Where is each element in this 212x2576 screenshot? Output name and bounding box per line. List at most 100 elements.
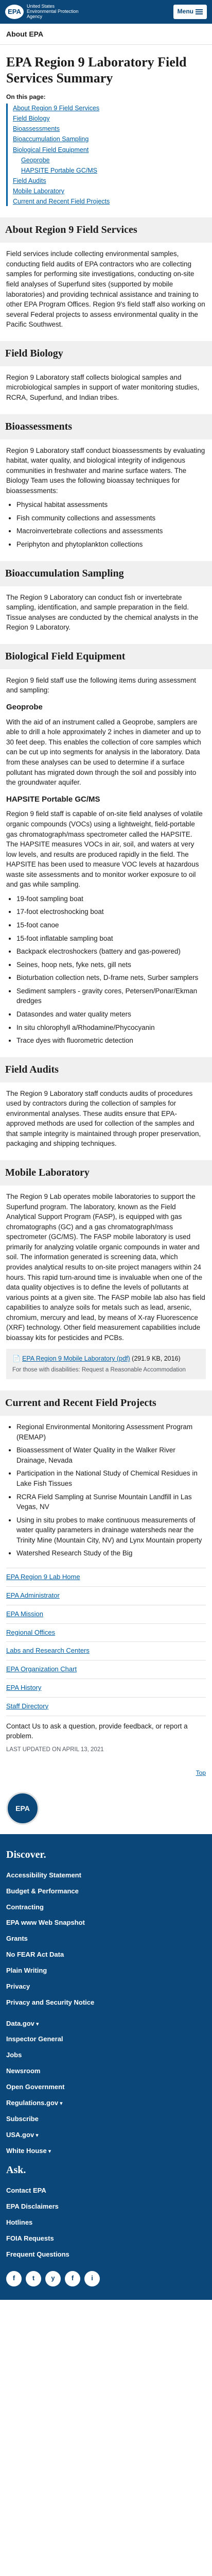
footer-link[interactable]: Inspector General [6,2031,206,2047]
footer-link[interactable]: Accessibility Statement [6,1868,206,1884]
footer-link[interactable]: Contact EPA [6,2183,206,2199]
footer-link[interactable]: Grants [6,1931,206,1947]
social-icon[interactable]: f [6,2270,22,2286]
related-link[interactable]: EPA Mission [6,1605,206,1624]
toc-item[interactable]: HAPSITE Portable GC/MS [13,166,206,175]
list-item-label: Datasondes and water quality meters [16,1010,131,1018]
footer-link[interactable]: Hotlines [6,2215,206,2231]
related-link-label[interactable]: EPA Mission [6,1610,43,1618]
footer-link[interactable]: Subscribe [6,2111,206,2127]
related-link[interactable]: Staff Directory [6,1698,206,1716]
related-link-label[interactable]: EPA Administrator [6,1591,60,1599]
toc-item-label[interactable]: Current and Recent Field Projects [13,198,110,205]
toc-item-label[interactable]: Bioassessments [13,125,60,132]
footer-link[interactable]: Privacy [6,1979,206,1995]
back-to-top[interactable]: Top [0,1764,212,1783]
social-icon[interactable]: t [26,2270,41,2286]
footer-link-label[interactable]: Frequent Questions [6,2250,69,2258]
footer-link[interactable]: Regulations.gov [6,2095,206,2111]
footer-link-label[interactable]: Plain Writing [6,1967,47,1974]
related-link-label[interactable]: Regional Offices [6,1629,55,1636]
toc-item[interactable]: Current and Recent Field Projects [13,197,206,206]
footer-link-label[interactable]: Grants [6,1935,28,1942]
footer-link[interactable]: Budget & Performance [6,1884,206,1900]
toc-item-label[interactable]: HAPSITE Portable GC/MS [21,167,97,174]
equipment-paragraph: Region 9 field staff use the following i… [6,676,196,694]
toc-item[interactable]: Field Audits [13,176,206,185]
epa-logo[interactable]: EPA United States Environmental Protecti… [5,4,79,20]
related-link-label[interactable]: EPA Region 9 Lab Home [6,1573,80,1581]
toc-item[interactable]: Bioassessments [13,124,206,133]
toc-item[interactable]: About Region 9 Field Services [13,104,206,113]
toc-item[interactable]: Mobile Laboratory [13,187,206,196]
footer-link[interactable]: Plain Writing [6,1963,206,1979]
footer-link-label[interactable]: Hotlines [6,2218,32,2226]
toc-item[interactable]: Geoprobe [13,156,206,165]
toc-item-label[interactable]: Geoprobe [21,157,50,164]
footer-link-label[interactable]: FOIA Requests [6,2234,54,2242]
footer-link[interactable]: EPA Disclaimers [6,2199,206,2215]
related-link[interactable]: Regional Offices [6,1624,206,1642]
footer-link-label[interactable]: Jobs [6,2051,22,2059]
toc-item[interactable]: Biological Field Equipment [13,145,206,155]
toc-item-label[interactable]: Biological Field Equipment [13,146,89,154]
related-link-label[interactable]: EPA History [6,1684,41,1691]
toc-title: On this page: [6,93,46,100]
footer-link-label[interactable]: Budget & Performance [6,1887,79,1895]
related-link[interactable]: Labs and Research Centers [6,1642,206,1661]
footer-link[interactable]: USA.gov [6,2127,206,2143]
footer-link-label[interactable]: Inspector General [6,2035,63,2043]
footer-link-label[interactable]: Data.gov [6,2020,39,2027]
toc-item-label[interactable]: Field Biology [13,115,50,122]
footer-link[interactable]: Frequent Questions [6,2247,206,2263]
menu-button[interactable]: Menu [173,5,207,19]
footer-link-label[interactable]: EPA www Web Snapshot [6,1919,85,1926]
social-icon[interactable]: i [84,2270,100,2286]
footer-link-label[interactable]: White House [6,2147,51,2155]
footer-link[interactable]: EPA www Web Snapshot [6,1915,206,1931]
toc-item[interactable]: Field Biology [13,114,206,123]
section-nav-title[interactable]: About EPA [0,24,212,45]
footer-link[interactable]: FOIA Requests [6,2231,206,2247]
footer-link-label[interactable]: Accessibility Statement [6,1871,81,1879]
main-content: EPA Region 9 Laboratory Field Services S… [0,54,212,1754]
toc-item[interactable]: Bioaccumulation Sampling [13,134,206,144]
social-icon[interactable]: f [65,2270,80,2286]
footer-link-label[interactable]: Newsroom [6,2067,40,2075]
footer-link-label[interactable]: Privacy [6,1982,30,1990]
last-updated: LAST UPDATED ON APRIL 13, 2021 [6,1746,104,1753]
footer-link-label[interactable]: Subscribe [6,2115,39,2123]
footer-link-label[interactable]: Open Government [6,2083,64,2091]
footer-link[interactable]: Open Government [6,2079,206,2095]
footer-link[interactable]: Newsroom [6,2063,206,2079]
footer-link[interactable]: Contracting [6,1900,206,1916]
footer-link[interactable]: Data.gov [6,2016,206,2032]
mobile-lab-pdf-link[interactable]: EPA Region 9 Mobile Laboratory (pdf) [22,1355,130,1362]
top-link[interactable]: Top [196,1769,206,1777]
list-item-label: Watershed Research Study of the Big [16,1549,133,1557]
toc-item-label[interactable]: Bioaccumulation Sampling [13,135,89,143]
footer-link[interactable]: Privacy and Security Notice [6,1995,206,2011]
related-link-label[interactable]: Staff Directory [6,1702,48,1710]
footer-link-label[interactable]: USA.gov [6,2131,39,2139]
footer-link-label[interactable]: Contact EPA [6,2187,46,2194]
footer-link-label[interactable]: Regulations.gov [6,2099,63,2107]
footer-link-label[interactable]: Contracting [6,1903,44,1911]
footer-link[interactable]: Jobs [6,2047,206,2063]
social-icon[interactable]: y [45,2270,61,2286]
toc-item-label[interactable]: Mobile Laboratory [13,188,64,195]
footer-link[interactable]: White House [6,2143,206,2159]
related-link[interactable]: EPA Organization Chart [6,1660,206,1680]
footer-link[interactable]: No FEAR Act Data [6,1947,206,1963]
footer-link-label[interactable]: EPA Disclaimers [6,2202,59,2210]
toc-item-label[interactable]: Field Audits [13,177,46,184]
related-link[interactable]: EPA Administrator [6,1587,206,1605]
related-link[interactable]: EPA Region 9 Lab Home [6,1568,206,1587]
footer-link-label[interactable]: Privacy and Security Notice [6,1998,94,2006]
epa-seal-icon[interactable]: EPA [6,1791,39,1825]
footer-link-label[interactable]: No FEAR Act Data [6,1951,64,1958]
related-link[interactable]: EPA History [6,1679,206,1698]
related-link-label[interactable]: Labs and Research Centers [6,1647,90,1654]
toc-item-label[interactable]: About Region 9 Field Services [13,105,99,112]
related-link-label[interactable]: EPA Organization Chart [6,1665,77,1673]
